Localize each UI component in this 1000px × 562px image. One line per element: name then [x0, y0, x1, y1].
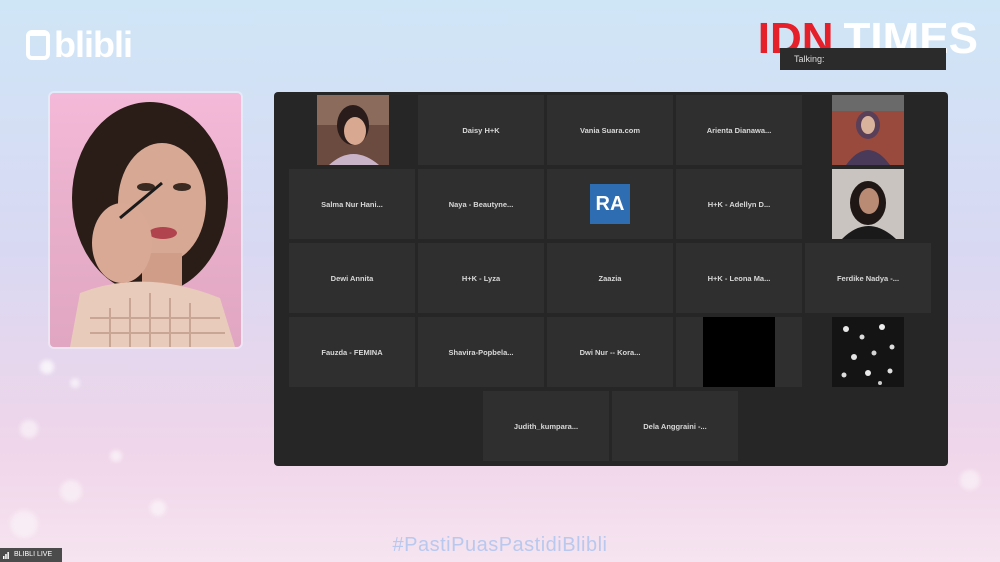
participant-name: Dwi Nur -- Kora... [579, 347, 641, 357]
participant-tile[interactable]: Daisy H+K [418, 95, 544, 165]
participant-tile[interactable]: H+K - Adellyn D... [676, 169, 802, 239]
talking-indicator: Talking: [780, 48, 946, 70]
participant-name: Ferdike Nadya -... [836, 273, 900, 283]
participant-name: Vania Suara.com [579, 125, 641, 135]
participant-name: Judith_kumpara... [513, 421, 579, 431]
bg-bokeh [150, 500, 166, 516]
participant-tile[interactable]: Zaazia [547, 243, 673, 313]
participant-tile[interactable]: H+K - Lyza [418, 243, 544, 313]
signal-bars-icon [3, 552, 9, 559]
participant-name: H+K - Adellyn D... [707, 199, 771, 209]
participant-name: Naya - Beautyne... [448, 199, 514, 209]
participant-photo [832, 95, 904, 165]
live-label: BLIBLI LIVE [14, 551, 53, 558]
bg-bokeh [20, 420, 38, 438]
live-badge: BLIBLI LIVE [0, 548, 62, 562]
participant-tile[interactable]: Fauzda - FEMINA [289, 317, 415, 387]
participant-name: Fauzda - FEMINA [321, 347, 383, 357]
participant-tile[interactable]: Dewi Annita [289, 243, 415, 313]
participant-name: Shavira-Popbela... [448, 347, 514, 357]
participant-avatar: RA [590, 184, 630, 224]
presenter-video [50, 93, 241, 347]
participant-tile[interactable] [805, 169, 931, 239]
participant-photo [317, 95, 389, 165]
participant-tile[interactable]: Arienta Dianawa... [676, 95, 802, 165]
participant-photo [832, 317, 904, 387]
participant-tile[interactable] [289, 95, 415, 165]
participant-tile[interactable]: Vania Suara.com [547, 95, 673, 165]
participant-tile[interactable]: Shavira-Popbela... [418, 317, 544, 387]
participant-name: Salma Nur Hani... [321, 199, 383, 209]
logo-text: blibli [54, 24, 133, 65]
shopping-bag-icon [26, 30, 50, 60]
participant-tile[interactable]: Ferdike Nadya -... [805, 243, 931, 313]
hashtag-text: #PastiPuasPastidiBlibli [392, 534, 608, 556]
participant-name: Dewi Annita [330, 273, 374, 283]
participant-tile[interactable]: Naya - Beautyne... [418, 169, 544, 239]
bg-bokeh [960, 470, 980, 490]
participant-tile[interactable] [676, 317, 802, 387]
participant-tile[interactable]: Dela Anggraini -... [612, 391, 738, 461]
participant-name: H+K - Lyza [461, 273, 501, 283]
participant-tile[interactable]: Dwi Nur -- Kora... [547, 317, 673, 387]
participant-tile[interactable]: H+K - Leona Ma... [676, 243, 802, 313]
bg-bokeh [70, 378, 80, 388]
participant-tile[interactable]: Judith_kumpara... [483, 391, 609, 461]
bg-bokeh [60, 480, 82, 502]
bg-bokeh [40, 360, 54, 374]
bg-bokeh [110, 450, 122, 462]
participant-name: Zaazia [598, 273, 622, 283]
presenter-figure [70, 102, 235, 347]
participant-tile[interactable] [805, 317, 931, 387]
participant-name: H+K - Leona Ma... [707, 273, 771, 283]
participant-name: Arienta Dianawa... [706, 125, 772, 135]
participant-video-black [703, 317, 775, 387]
participant-name: Daisy H+K [462, 125, 500, 135]
participant-tile[interactable] [805, 95, 931, 165]
participant-grid: Daisy H+K Vania Suara.com Arienta Dianaw… [274, 92, 948, 466]
participant-tile[interactable]: RA [547, 169, 673, 239]
participant-photo [832, 169, 904, 239]
participant-name: Dela Anggraini -... [643, 421, 707, 431]
participant-tile[interactable]: Salma Nur Hani... [289, 169, 415, 239]
blibli-logo: blibli [26, 24, 133, 66]
